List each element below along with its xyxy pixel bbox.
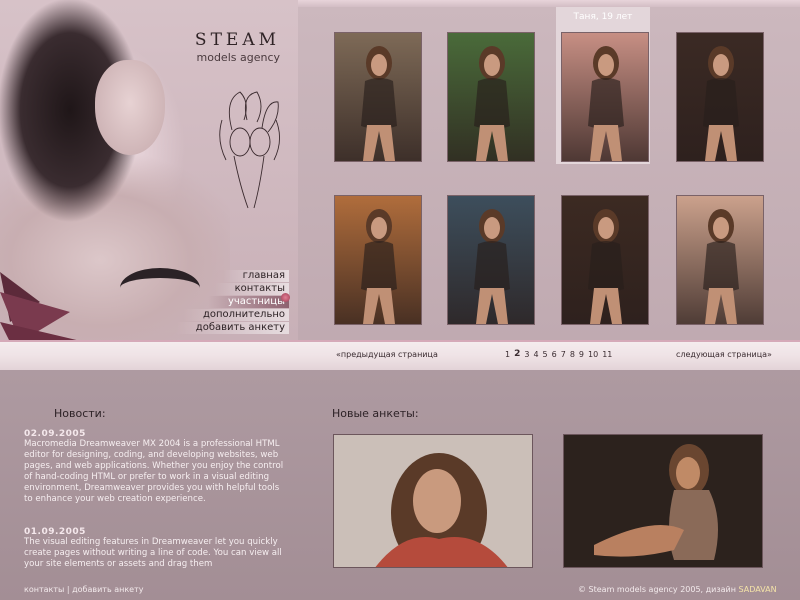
model-thumb[interactable] — [334, 195, 422, 325]
page-number-link[interactable]: 9 — [579, 350, 584, 359]
pagination-bar: «предыдущая страница 1 2 3 4 5 6 7 8 9 10 11 следу… — [0, 340, 800, 370]
new-profile-photo[interactable] — [333, 434, 533, 568]
model-photo — [562, 196, 648, 324]
prev-page-link[interactable]: «предыдущая страница — [336, 350, 438, 359]
page-number-link[interactable]: 11 — [602, 350, 612, 359]
model-photo — [335, 33, 421, 161]
footer-link-contacts[interactable]: контакты — [24, 585, 64, 594]
designer-link[interactable]: SADAVAN — [739, 585, 777, 594]
faces-sketch-illustration — [219, 91, 280, 209]
model-thumb[interactable] — [676, 32, 764, 162]
menu-item-models[interactable]: участницы — [207, 296, 289, 308]
news-text: The visual editing features in Dreamweav… — [24, 537, 282, 569]
menu-item-home[interactable]: главная — [222, 270, 289, 282]
menu-item-contacts[interactable]: контакты — [214, 283, 289, 295]
footer-links: контакты | добавить анкету — [24, 585, 144, 594]
main-menu: главная контакты участницы дополнительно… — [175, 270, 290, 335]
page-number-link[interactable]: 1 — [505, 350, 510, 359]
new-profile-portrait-image — [334, 435, 532, 567]
page-number-link[interactable]: 10 — [588, 350, 598, 359]
new-profile-photo[interactable] — [563, 434, 763, 568]
page-numbers: 1 2 3 4 5 6 7 8 9 10 11 — [505, 349, 612, 359]
page-number-link[interactable]: 5 — [543, 350, 548, 359]
hero-model-face — [95, 60, 165, 155]
news-heading: Новости: — [54, 407, 106, 420]
page-number-link[interactable]: 6 — [552, 350, 557, 359]
news-text: Macromedia Dreamweaver MX 2004 is a prof… — [24, 439, 284, 504]
model-photo — [448, 33, 534, 161]
models-gallery: Таня, 19 лет — [298, 0, 800, 340]
model-thumb-selected[interactable] — [561, 32, 649, 162]
model-thumb[interactable] — [447, 32, 535, 162]
model-photo — [677, 196, 763, 324]
active-menu-flower-icon — [281, 293, 290, 302]
new-profiles-heading: Новые анкеты: — [332, 407, 419, 420]
news-date: 02.09.2005 — [24, 429, 86, 439]
model-thumb[interactable] — [561, 195, 649, 325]
model-photo — [335, 196, 421, 324]
footer-copyright: © Steam models agency 2005, дизайн SADAV… — [578, 585, 777, 594]
selected-model-caption: Таня, 19 лет — [573, 12, 633, 22]
page-number-link[interactable]: 2 — [514, 349, 520, 359]
model-thumb[interactable] — [447, 195, 535, 325]
model-thumb[interactable] — [676, 195, 764, 325]
menu-item-additional[interactable]: дополнительно — [182, 309, 289, 321]
page-number-link[interactable]: 7 — [561, 350, 566, 359]
footer-separator: | — [66, 585, 70, 594]
page-number-link[interactable]: 4 — [533, 350, 538, 359]
page-number-link[interactable]: 3 — [524, 350, 529, 359]
logo[interactable]: STEAM models agency — [195, 30, 280, 64]
page-number-link[interactable]: 8 — [570, 350, 575, 359]
logo-subtitle: models agency — [196, 51, 281, 64]
gallery-top-bar — [298, 0, 800, 7]
new-profile-seated-image — [564, 435, 762, 567]
model-photo — [448, 196, 534, 324]
model-thumb[interactable] — [334, 32, 422, 162]
footer-link-add-profile[interactable]: добавить анкету — [72, 585, 143, 594]
news-date: 01.09.2005 — [24, 527, 86, 537]
menu-item-add-profile[interactable]: добавить анкету — [175, 322, 289, 334]
logo-title: STEAM — [194, 30, 280, 50]
copyright-text: © Steam models agency 2005, дизайн — [578, 585, 736, 594]
next-page-link[interactable]: следующая страница» — [676, 350, 772, 359]
model-photo — [562, 33, 648, 161]
model-photo — [677, 33, 763, 161]
